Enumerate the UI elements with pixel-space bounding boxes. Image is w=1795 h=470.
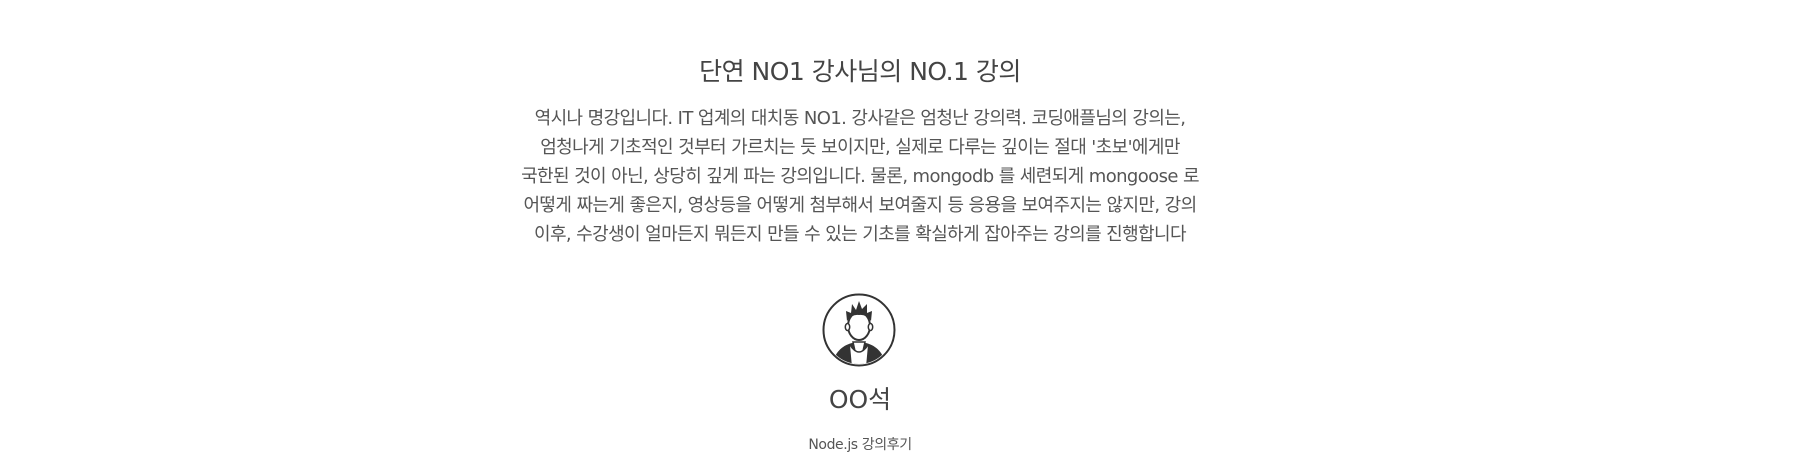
review-card: 단연 NO1 강사님의 NO.1 강의 역시나 명강입니다. IT 업계의 대치… [0, 0, 1795, 470]
review-body: 역시나 명강입니다. IT 업계의 대치동 NO1. 강사같은 엄청난 강의력.… [521, 108, 1199, 245]
reviewer-name: OO석 [828, 385, 892, 414]
review-title: 단연 NO1 강사님의 NO.1 강의 [699, 57, 1021, 86]
user-avatar-icon [822, 293, 896, 367]
course-label: Node.js 강의후기 [808, 437, 912, 453]
